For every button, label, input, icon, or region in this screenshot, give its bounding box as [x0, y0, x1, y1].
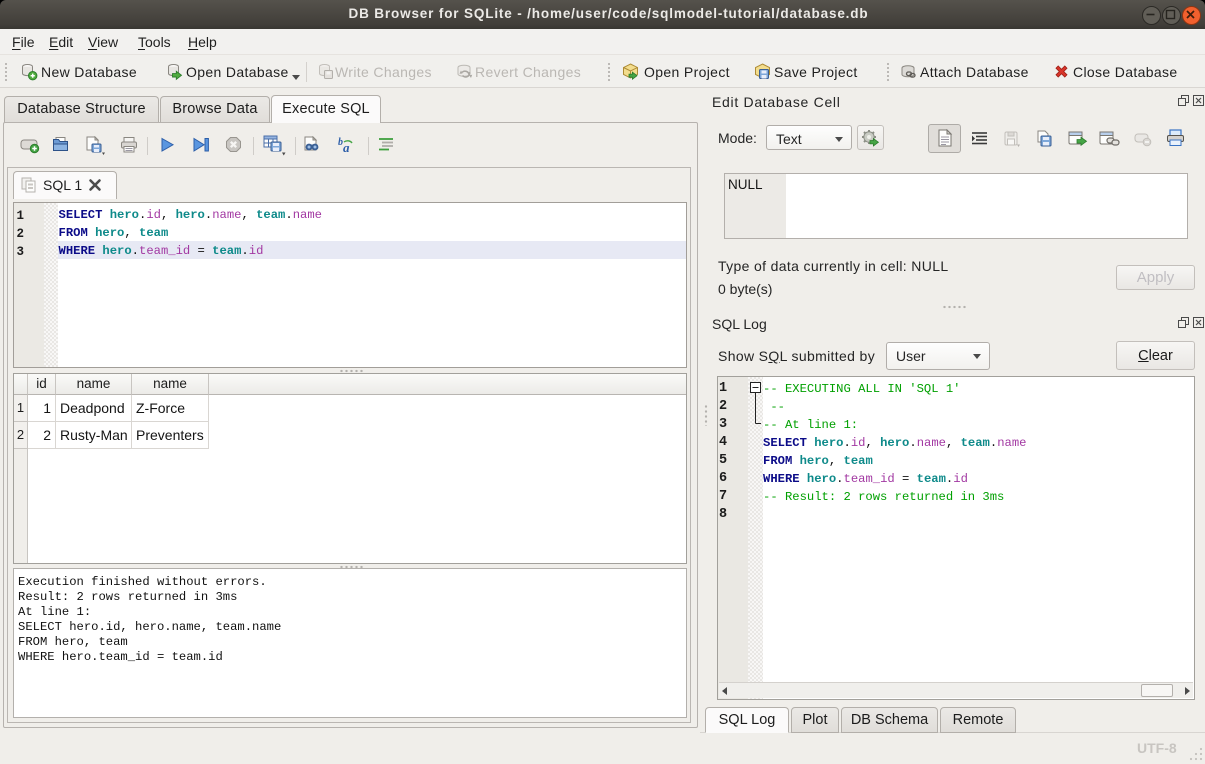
svg-text:a: a — [343, 140, 350, 155]
